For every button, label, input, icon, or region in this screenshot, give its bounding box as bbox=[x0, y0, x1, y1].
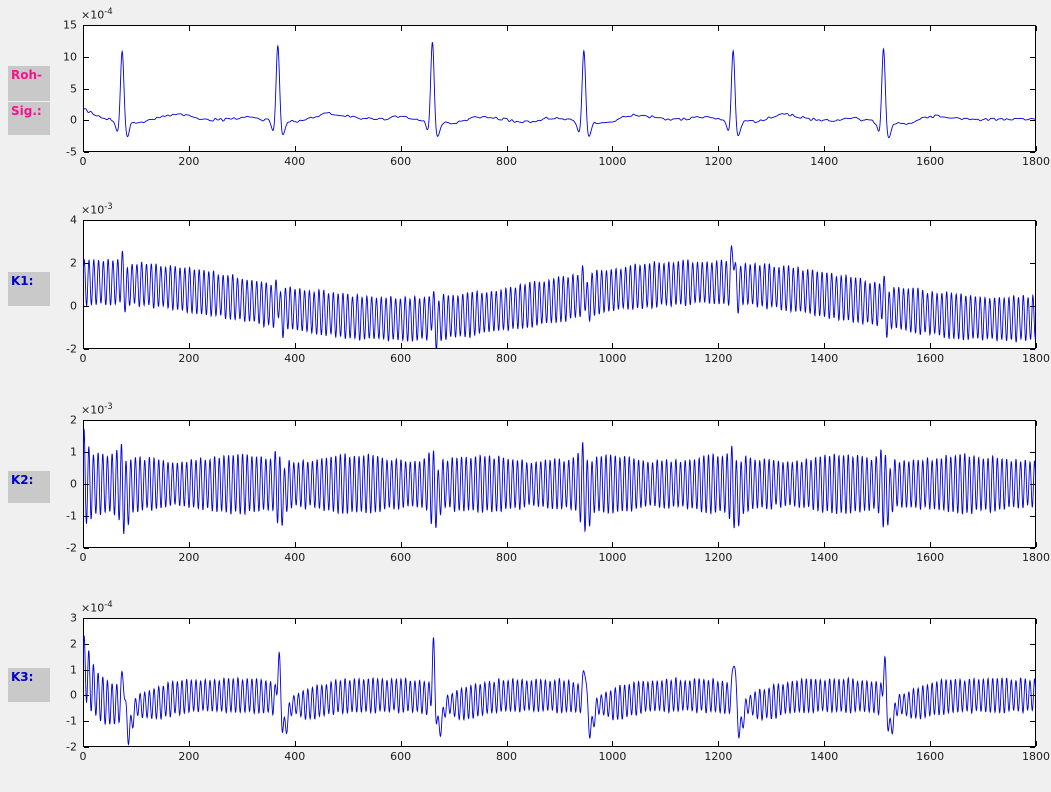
y-tick-label: -2 bbox=[31, 741, 77, 754]
x-tick-label: 800 bbox=[496, 750, 517, 763]
x-tick-label: 1400 bbox=[810, 750, 838, 763]
y-tick-label: 2 bbox=[31, 637, 77, 650]
y-tick-label: 5 bbox=[31, 82, 77, 95]
x-tick-label: 200 bbox=[178, 352, 199, 365]
x-tick-label: 0 bbox=[80, 155, 87, 168]
x-tick-label: 0 bbox=[80, 750, 87, 763]
x-tick-label: 1800 bbox=[1022, 155, 1050, 168]
y-tick-label: 2 bbox=[31, 257, 77, 270]
raw-signal-label-text1: Roh- bbox=[11, 68, 42, 82]
axes-k1 bbox=[83, 220, 1036, 349]
y-tick-label: 15 bbox=[31, 19, 77, 32]
x-tick-label: 1800 bbox=[1022, 750, 1050, 763]
y-tick-label: 0 bbox=[31, 689, 77, 702]
x-tick-label: 600 bbox=[390, 352, 411, 365]
x-tick-label: 200 bbox=[178, 551, 199, 564]
x-tick-label: 1200 bbox=[704, 750, 732, 763]
y-tick-label: 1 bbox=[31, 663, 77, 676]
x-tick-label: 400 bbox=[284, 750, 305, 763]
y-tick-label: 2 bbox=[31, 414, 77, 427]
x-tick-label: 1200 bbox=[704, 352, 732, 365]
x-tick-label: 1000 bbox=[598, 551, 626, 564]
axis-exponent-label: ×10-3 bbox=[81, 402, 113, 417]
axes-k2 bbox=[83, 420, 1036, 548]
y-tick-label: -1 bbox=[31, 510, 77, 523]
x-tick-label: 1000 bbox=[598, 155, 626, 168]
x-tick-label: 1000 bbox=[598, 352, 626, 365]
x-tick-label: 1600 bbox=[916, 750, 944, 763]
x-tick-label: 1200 bbox=[704, 551, 732, 564]
axis-exponent-label: ×10-4 bbox=[81, 600, 113, 615]
axes-roh-signal bbox=[83, 25, 1036, 152]
subplot-k1: 020040060080010001200140016001800-2024×1… bbox=[83, 220, 1036, 349]
x-tick-label: 600 bbox=[390, 551, 411, 564]
x-tick-label: 1400 bbox=[810, 551, 838, 564]
x-tick-label: 1600 bbox=[916, 551, 944, 564]
x-tick-label: 1000 bbox=[598, 750, 626, 763]
y-tick-label: -1 bbox=[31, 715, 77, 728]
subplot-k3: 020040060080010001200140016001800-2-1012… bbox=[83, 618, 1036, 747]
subplot-roh-signal: 020040060080010001200140016001800-505101… bbox=[83, 25, 1036, 152]
x-tick-label: 1400 bbox=[810, 352, 838, 365]
x-tick-label: 800 bbox=[496, 551, 517, 564]
axes-box bbox=[84, 421, 1036, 548]
y-tick-label: 3 bbox=[31, 612, 77, 625]
subplot-k2: 020040060080010001200140016001800-2-1012… bbox=[83, 420, 1036, 548]
y-tick-label: 0 bbox=[31, 300, 77, 313]
y-tick-label: -2 bbox=[31, 542, 77, 555]
x-tick-label: 800 bbox=[496, 155, 517, 168]
y-tick-label: 0 bbox=[31, 114, 77, 127]
x-tick-label: 400 bbox=[284, 352, 305, 365]
y-tick-label: 1 bbox=[31, 446, 77, 459]
x-tick-label: 1200 bbox=[704, 155, 732, 168]
x-tick-label: 200 bbox=[178, 155, 199, 168]
x-tick-label: 200 bbox=[178, 750, 199, 763]
x-tick-label: 1400 bbox=[810, 155, 838, 168]
x-tick-label: 600 bbox=[390, 155, 411, 168]
channel-k1-label-text: K1: bbox=[11, 274, 33, 288]
x-tick-label: 1600 bbox=[916, 155, 944, 168]
x-tick-label: 0 bbox=[80, 352, 87, 365]
y-tick-label: -5 bbox=[31, 146, 77, 159]
axis-exponent-label: ×10-4 bbox=[81, 7, 113, 22]
y-tick-label: -2 bbox=[31, 343, 77, 356]
axes-k3 bbox=[83, 618, 1036, 747]
matlab-figure-window: Roh- Sig.: K1: K2: K3: 02004006008001000… bbox=[0, 0, 1051, 792]
x-tick-label: 0 bbox=[80, 551, 87, 564]
x-tick-label: 400 bbox=[284, 551, 305, 564]
x-tick-label: 1800 bbox=[1022, 352, 1050, 365]
x-tick-label: 1800 bbox=[1022, 551, 1050, 564]
y-tick-label: 10 bbox=[31, 50, 77, 63]
x-tick-label: 400 bbox=[284, 155, 305, 168]
axes-box bbox=[84, 26, 1036, 152]
x-tick-label: 800 bbox=[496, 352, 517, 365]
axis-exponent-label: ×10-3 bbox=[81, 202, 113, 217]
y-tick-label: 0 bbox=[31, 478, 77, 491]
x-tick-label: 1600 bbox=[916, 352, 944, 365]
x-tick-label: 600 bbox=[390, 750, 411, 763]
y-tick-label: 4 bbox=[31, 214, 77, 227]
